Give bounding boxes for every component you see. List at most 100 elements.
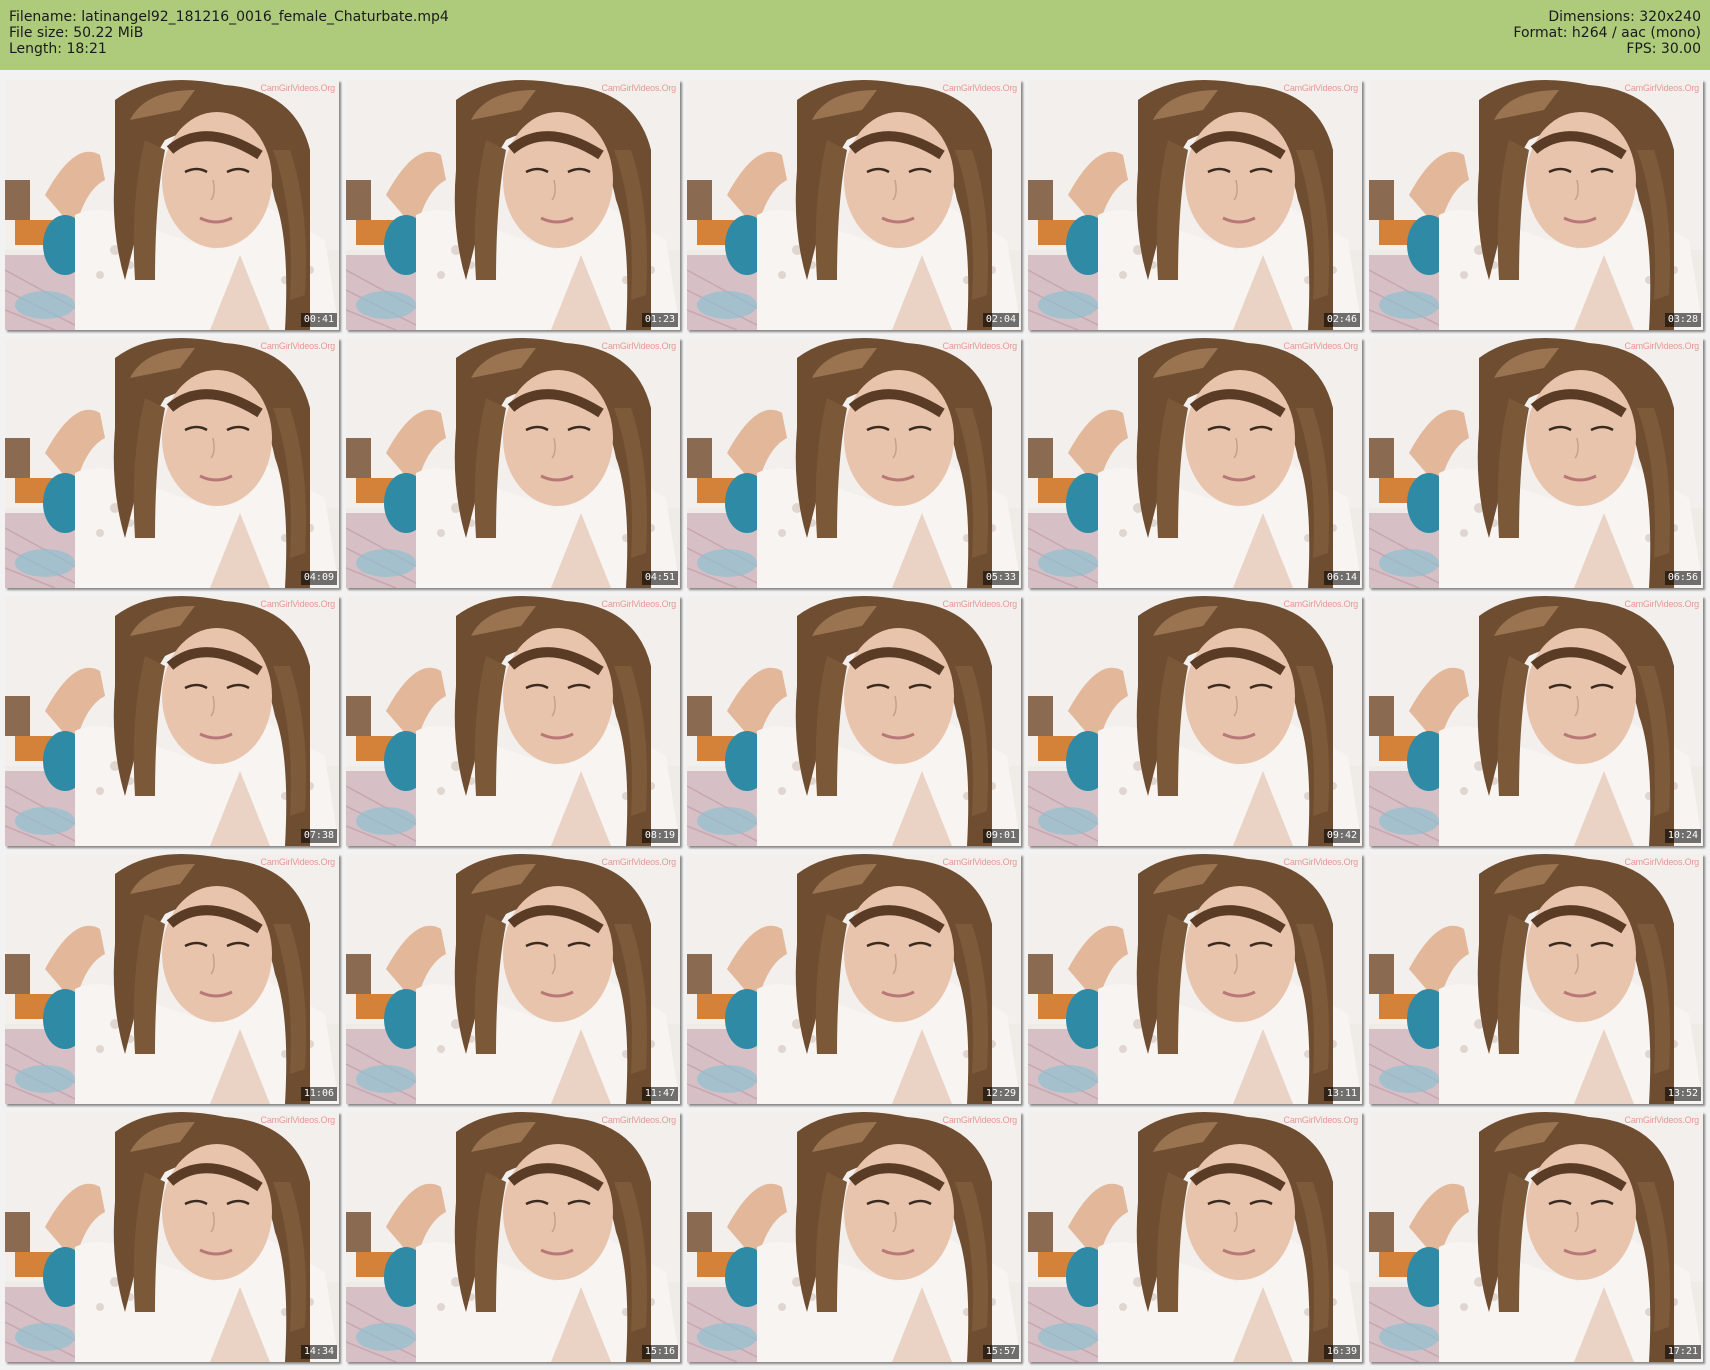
watermark-text: CamGirlVideos.Org — [1283, 857, 1359, 867]
watermark-text: CamGirlVideos.Org — [1624, 341, 1700, 351]
thumbnail-frame[interactable]: CamGirlVideos.Org 00:41 — [5, 80, 339, 330]
timestamp-label: 02:04 — [982, 313, 1019, 327]
timestamp-label: 09:42 — [1323, 829, 1360, 843]
timestamp-label: 04:09 — [300, 571, 337, 585]
watermark-text: CamGirlVideos.Org — [601, 341, 677, 351]
thumbnail-frame[interactable]: CamGirlVideos.Org 11:47 — [346, 854, 680, 1104]
filename-text: Filename: latinangel92_181216_0016_femal… — [9, 9, 449, 25]
video-frame-image — [1369, 596, 1703, 846]
thumbnail-frame[interactable]: CamGirlVideos.Org 07:38 — [5, 596, 339, 846]
thumbnail-frame[interactable]: CamGirlVideos.Org 13:11 — [1028, 854, 1362, 1104]
dimensions-text: Dimensions: 320x240 — [1548, 9, 1701, 25]
watermark-text: CamGirlVideos.Org — [601, 599, 677, 609]
thumbnail-frame[interactable]: CamGirlVideos.Org 04:09 — [5, 338, 339, 588]
timestamp-label: 17:21 — [1664, 1345, 1701, 1359]
video-frame-image — [1369, 338, 1703, 588]
file-info-right: Dimensions: 320x240 Format: h264 / aac (… — [1513, 9, 1701, 57]
thumbnail-frame[interactable]: CamGirlVideos.Org 09:01 — [687, 596, 1021, 846]
video-frame-image — [687, 854, 1021, 1104]
thumbnail-frame[interactable]: CamGirlVideos.Org 06:14 — [1028, 338, 1362, 588]
thumbnail-frame[interactable]: CamGirlVideos.Org 10:24 — [1369, 596, 1703, 846]
thumbnail-frame[interactable]: CamGirlVideos.Org 09:42 — [1028, 596, 1362, 846]
watermark-text: CamGirlVideos.Org — [1624, 1115, 1700, 1125]
thumbnail-frame[interactable]: CamGirlVideos.Org 02:46 — [1028, 80, 1362, 330]
timestamp-label: 15:57 — [982, 1345, 1019, 1359]
timestamp-label: 13:11 — [1323, 1087, 1360, 1101]
timestamp-label: 16:39 — [1323, 1345, 1360, 1359]
video-frame-image — [1028, 80, 1362, 330]
thumbnail-frame[interactable]: CamGirlVideos.Org 13:52 — [1369, 854, 1703, 1104]
watermark-text: CamGirlVideos.Org — [1624, 599, 1700, 609]
video-frame-image — [1369, 80, 1703, 330]
video-frame-image — [5, 338, 339, 588]
watermark-text: CamGirlVideos.Org — [1283, 83, 1359, 93]
watermark-text: CamGirlVideos.Org — [942, 857, 1018, 867]
file-info-header: Filename: latinangel92_181216_0016_femal… — [0, 0, 1710, 70]
watermark-text: CamGirlVideos.Org — [1624, 83, 1700, 93]
video-frame-image — [346, 854, 680, 1104]
timestamp-label: 10:24 — [1664, 829, 1701, 843]
timestamp-label: 15:16 — [641, 1345, 678, 1359]
thumbnail-frame[interactable]: CamGirlVideos.Org 04:51 — [346, 338, 680, 588]
thumbnail-frame[interactable]: CamGirlVideos.Org 17:21 — [1369, 1112, 1703, 1362]
timestamp-label: 03:28 — [1664, 313, 1701, 327]
timestamp-label: 14:34 — [300, 1345, 337, 1359]
timestamp-label: 13:52 — [1664, 1087, 1701, 1101]
video-frame-image — [1028, 596, 1362, 846]
thumbnail-frame[interactable]: CamGirlVideos.Org 16:39 — [1028, 1112, 1362, 1362]
timestamp-label: 06:14 — [1323, 571, 1360, 585]
video-frame-image — [346, 596, 680, 846]
watermark-text: CamGirlVideos.Org — [601, 857, 677, 867]
video-frame-image — [687, 338, 1021, 588]
video-frame-image — [687, 596, 1021, 846]
video-frame-image — [346, 1112, 680, 1362]
video-frame-image — [687, 1112, 1021, 1362]
watermark-text: CamGirlVideos.Org — [1624, 857, 1700, 867]
thumbnail-frame[interactable]: CamGirlVideos.Org 15:57 — [687, 1112, 1021, 1362]
thumbnail-frame[interactable]: CamGirlVideos.Org 06:56 — [1369, 338, 1703, 588]
timestamp-label: 01:23 — [641, 313, 678, 327]
timestamp-label: 06:56 — [1664, 571, 1701, 585]
video-frame-image — [5, 80, 339, 330]
watermark-text: CamGirlVideos.Org — [260, 1115, 336, 1125]
timestamp-label: 09:01 — [982, 829, 1019, 843]
file-info-left: Filename: latinangel92_181216_0016_femal… — [9, 9, 449, 57]
video-frame-image — [1028, 338, 1362, 588]
length-text: Length: 18:21 — [9, 41, 107, 57]
watermark-text: CamGirlVideos.Org — [942, 83, 1018, 93]
timestamp-label: 11:47 — [641, 1087, 678, 1101]
thumbnail-frame[interactable]: CamGirlVideos.Org 01:23 — [346, 80, 680, 330]
watermark-text: CamGirlVideos.Org — [942, 599, 1018, 609]
timestamp-label: 08:19 — [641, 829, 678, 843]
timestamp-label: 00:41 — [300, 313, 337, 327]
thumbnail-frame[interactable]: CamGirlVideos.Org 11:06 — [5, 854, 339, 1104]
watermark-text: CamGirlVideos.Org — [601, 1115, 677, 1125]
video-frame-image — [346, 80, 680, 330]
watermark-text: CamGirlVideos.Org — [260, 83, 336, 93]
timestamp-label: 05:33 — [982, 571, 1019, 585]
filesize-text: File size: 50.22 MiB — [9, 25, 144, 41]
video-frame-image — [687, 80, 1021, 330]
timestamp-label: 07:38 — [300, 829, 337, 843]
thumbnail-frame[interactable]: CamGirlVideos.Org 08:19 — [346, 596, 680, 846]
thumbnail-grid: CamGirlVideos.Org 00:41 CamGirlVideos.Or… — [5, 80, 1703, 1362]
thumbnail-frame[interactable]: CamGirlVideos.Org 03:28 — [1369, 80, 1703, 330]
watermark-text: CamGirlVideos.Org — [1283, 1115, 1359, 1125]
timestamp-label: 11:06 — [300, 1087, 337, 1101]
thumbnail-frame[interactable]: CamGirlVideos.Org 02:04 — [687, 80, 1021, 330]
video-frame-image — [1369, 854, 1703, 1104]
timestamp-label: 04:51 — [641, 571, 678, 585]
watermark-text: CamGirlVideos.Org — [260, 341, 336, 351]
video-frame-image — [5, 1112, 339, 1362]
thumbnail-frame[interactable]: CamGirlVideos.Org 14:34 — [5, 1112, 339, 1362]
thumbnail-frame[interactable]: CamGirlVideos.Org 15:16 — [346, 1112, 680, 1362]
watermark-text: CamGirlVideos.Org — [260, 857, 336, 867]
thumbnail-frame[interactable]: CamGirlVideos.Org 05:33 — [687, 338, 1021, 588]
video-frame-image — [1028, 854, 1362, 1104]
video-frame-image — [5, 854, 339, 1104]
watermark-text: CamGirlVideos.Org — [1283, 341, 1359, 351]
watermark-text: CamGirlVideos.Org — [260, 599, 336, 609]
watermark-text: CamGirlVideos.Org — [601, 83, 677, 93]
video-frame-image — [346, 338, 680, 588]
thumbnail-frame[interactable]: CamGirlVideos.Org 12:29 — [687, 854, 1021, 1104]
